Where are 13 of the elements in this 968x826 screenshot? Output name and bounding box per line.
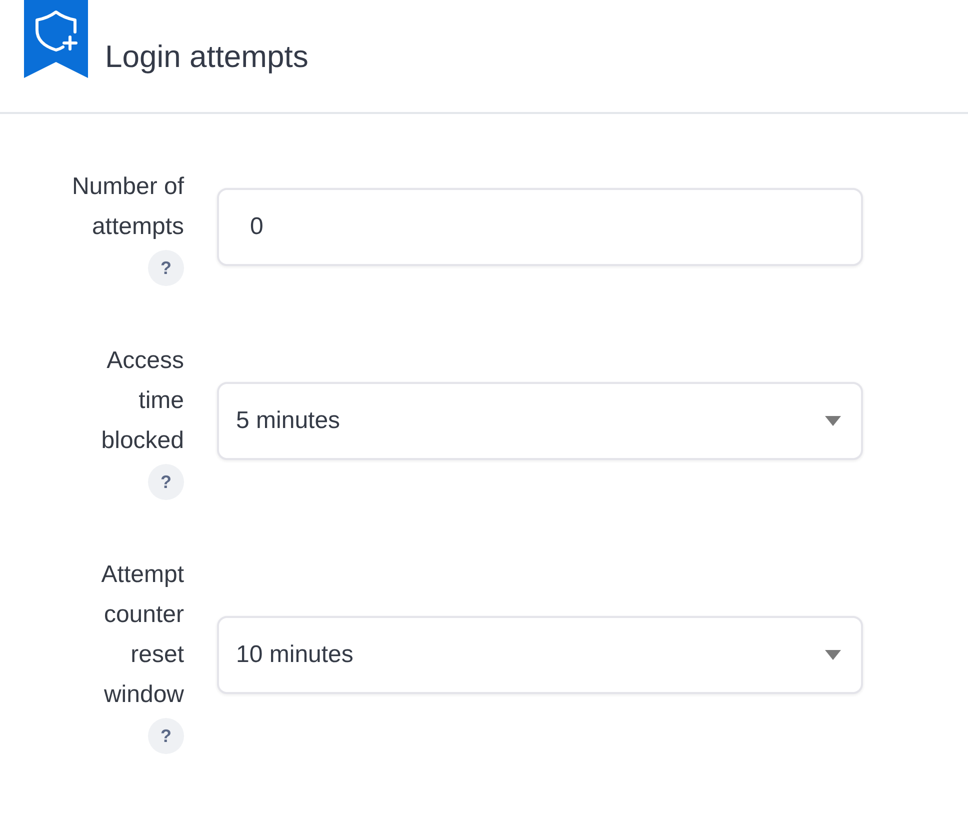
number-input-field[interactable]: 0	[217, 188, 863, 266]
help-button[interactable]: ?	[148, 718, 184, 754]
caret-down-icon	[825, 416, 841, 426]
field-label: Access time blocked	[100, 346, 184, 456]
caret-down-icon	[825, 650, 841, 660]
shield-plus-bookmark-icon	[24, 0, 88, 78]
field-label: Attempt counter reset window	[100, 560, 184, 710]
dropdown-select[interactable]: 10 minutes	[217, 616, 863, 694]
dropdown-select[interactable]: 5 minutes	[217, 382, 863, 460]
help-button[interactable]: ?	[148, 250, 184, 286]
field-label: Number of attempts	[70, 172, 184, 242]
help-button[interactable]: ?	[148, 464, 184, 500]
page-title: Login attempts	[105, 38, 308, 76]
